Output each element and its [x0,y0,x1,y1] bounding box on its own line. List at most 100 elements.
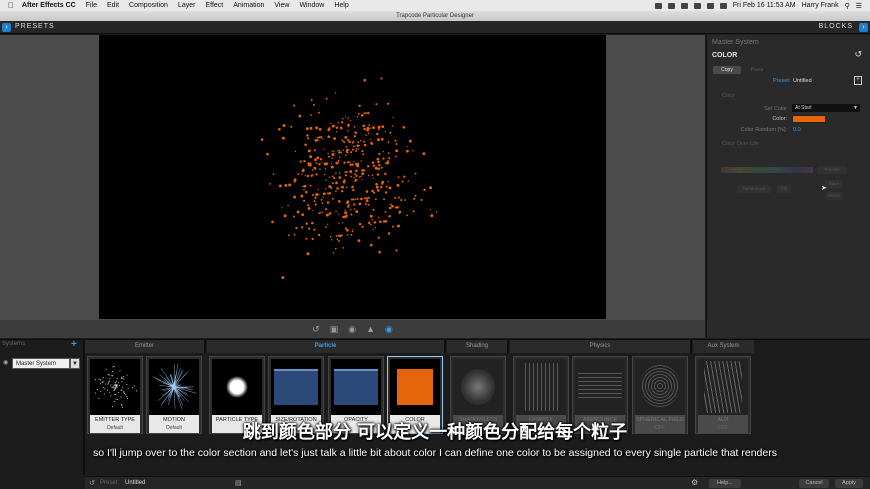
tray-icon[interactable] [667,2,675,9]
randomize-button[interactable]: Randomize [737,185,771,193]
particle [374,166,378,170]
camera-icon[interactable]: ▣ [330,324,339,335]
particle [319,168,321,171]
save-preset-icon[interactable]: ▤ [235,479,242,487]
particle [111,370,113,372]
particle [306,174,310,178]
particle [105,368,107,370]
color-swatch[interactable] [792,115,826,123]
tray-icon[interactable] [654,2,662,9]
help-button[interactable]: Help... [709,479,741,488]
particle [114,388,115,390]
presets-button[interactable]: Presets [817,166,847,174]
menu-composition[interactable]: Composition [129,2,168,9]
wifi-icon[interactable] [706,2,714,9]
category-physics[interactable]: Physics [510,340,692,353]
reset-view-icon[interactable]: ↺ [312,324,320,335]
particle [355,178,358,182]
revert-icon[interactable]: ↺ [89,479,95,487]
particle [314,139,318,142]
blocks-toggle-icon[interactable]: › [859,23,868,32]
category-shading[interactable]: Shading [447,340,509,353]
particle [123,378,125,380]
menu-layer[interactable]: Layer [178,2,196,9]
particle [412,149,414,152]
presets-label[interactable]: PRESETS [15,23,55,30]
gear-icon[interactable]: ⚙ [691,478,698,487]
chevron-down-icon[interactable]: ▼ [70,358,80,369]
particle [305,190,308,194]
set-color-dropdown[interactable]: At Start ▼ [792,104,860,112]
save-preset-icon[interactable]: + [854,76,862,85]
particle [117,398,119,400]
particle [384,172,387,176]
particle [320,198,323,201]
particle [293,215,295,218]
particle [373,221,377,224]
spotlight-icon[interactable]: ⚲ [845,2,850,10]
menu-animation[interactable]: Animation [233,2,264,9]
particle [367,203,370,206]
menu-view[interactable]: View [274,2,289,9]
particle [310,174,313,177]
particle [362,153,365,156]
menu-effect[interactable]: Effect [205,2,223,9]
grid-icon[interactable]: ▲ [366,324,375,334]
menu-user[interactable]: Harry Frank [802,2,839,9]
particle [340,126,343,130]
particle [266,152,269,156]
cancel-button[interactable]: Cancel [799,479,829,488]
particle [330,163,333,165]
particle [345,146,348,148]
particle [358,202,362,206]
blocks-label[interactable]: BLOCKS [819,23,853,30]
category-aux-system[interactable]: Aux System [693,340,754,353]
motion-blur-icon[interactable]: ◉ [348,324,356,335]
category-emitter[interactable]: Emitter [85,340,206,353]
fill-button[interactable]: Fill [777,185,791,193]
menu-window[interactable]: Window [299,2,324,9]
save-button[interactable]: Save [825,180,843,188]
tray-icon[interactable] [693,2,701,9]
menu-app-name[interactable]: After Effects CC [22,2,76,9]
menu-datetime[interactable]: Fri Feb 16 11:53 AM [733,2,796,9]
reset-icon[interactable]: ↺ [854,49,862,60]
color-random-value[interactable]: 0.0 [793,127,801,133]
footer-preset-value: Untitled [125,480,146,486]
battery-icon[interactable] [719,2,727,9]
copy-button[interactable]: Copy [713,66,741,74]
apply-button[interactable]: Apply [835,479,863,488]
add-system-icon[interactable]: + [71,340,77,350]
menu-edit[interactable]: Edit [107,2,119,9]
particle [378,152,381,156]
eye-icon[interactable]: ◉ [385,324,393,335]
particle [330,165,334,169]
paste-button[interactable]: Paste [743,66,771,74]
particle [340,121,344,124]
color-over-life-gradient[interactable] [721,167,813,173]
particle [322,196,324,198]
particle [371,218,374,221]
menu-file[interactable]: File [86,2,97,9]
particle [403,175,406,178]
reset-button[interactable]: Reset [825,192,843,200]
tray-icon[interactable] [680,2,688,9]
menu-help[interactable]: Help [334,2,348,9]
particle [307,137,310,140]
set-color-label: Set Color [764,106,787,112]
apple-icon[interactable]:  [8,1,14,10]
gravity-thumbnail [516,359,566,415]
shadowlets-thumbnail [453,359,503,415]
particle [367,111,370,115]
particle [119,370,121,372]
category-particle[interactable]: Particle [207,340,446,353]
presets-toggle-icon[interactable]: › [2,23,11,32]
particle [331,182,334,185]
particle-viewport[interactable] [99,35,606,319]
system-name-field[interactable]: Master System [12,358,70,369]
color-thumbnail [390,359,440,415]
system-row[interactable]: ◉ Master System ▼ [2,357,80,371]
visibility-eye-icon[interactable]: ◉ [3,359,8,366]
menu-list-icon[interactable]: ☰ [856,2,862,10]
particle [361,225,364,229]
